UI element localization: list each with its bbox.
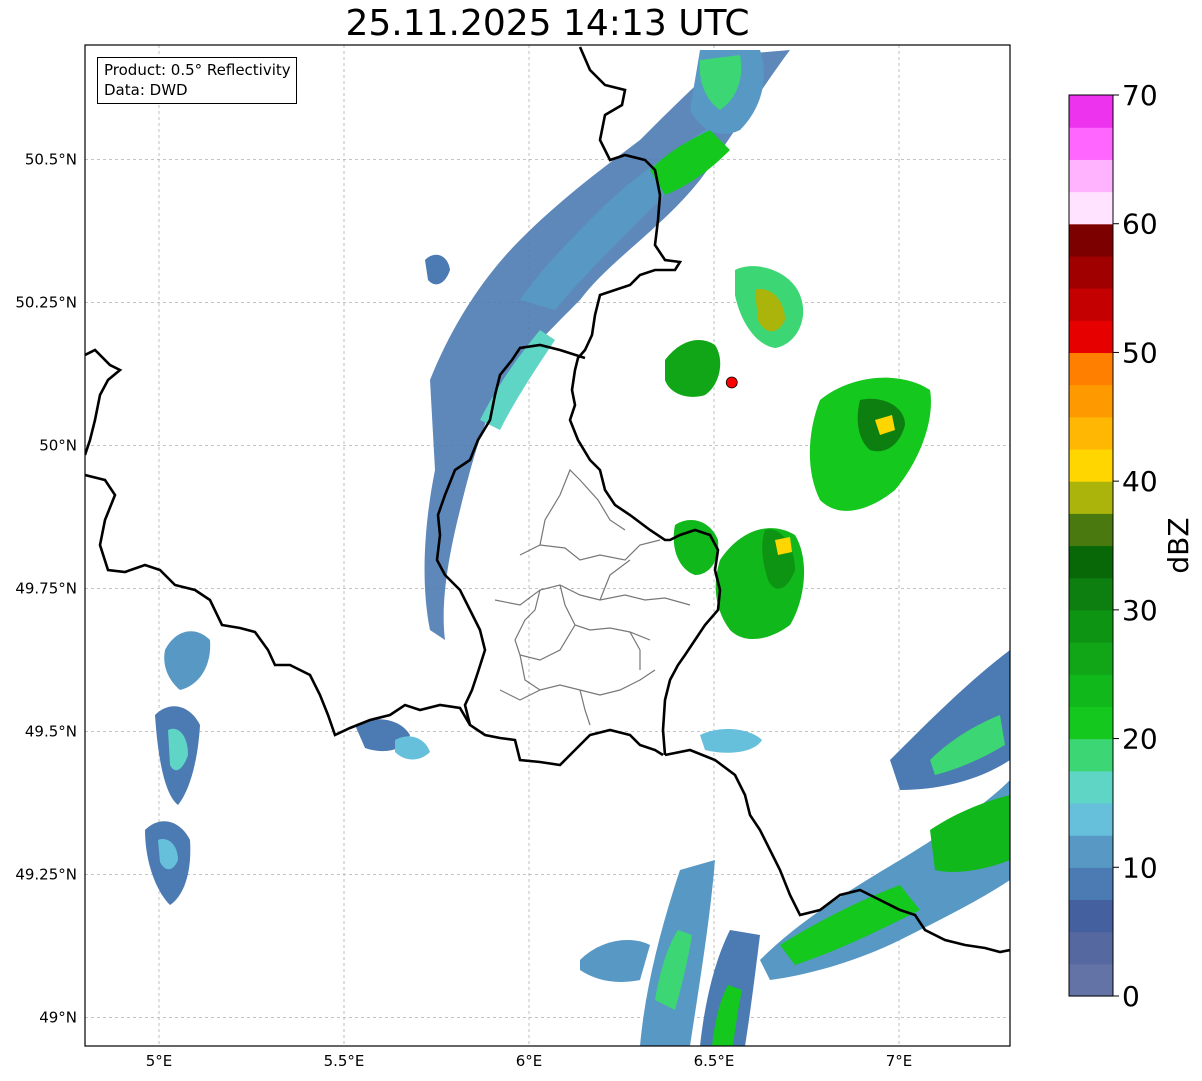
colorbar-segment [1069, 416, 1113, 450]
colorbar-tick-label: 0 [1122, 980, 1140, 1013]
colorbar-tick-label: 20 [1122, 723, 1158, 756]
colorbar-segment [1069, 513, 1113, 547]
colorbar-segment [1069, 127, 1113, 160]
colorbar-segment [1069, 159, 1113, 193]
colorbar-segment [1069, 674, 1113, 707]
radar-map: 5°E 5.5°E 6°E 6.5°E 7°E 49°N 49.25°N 49.5°N 49.… [15, 44, 1195, 1070]
colorbar-segment [1069, 288, 1113, 321]
colorbar-segment [1069, 191, 1113, 225]
lon-tick-label: 7°E [886, 1052, 913, 1070]
y-tick-labels: 49°N 49.25°N 49.5°N 49.75°N 50°N 50.25°N 50.5°… [15, 150, 77, 1026]
colorbar-tick-label: 30 [1122, 594, 1158, 627]
colorbar-segment [1069, 255, 1113, 289]
colorbar-segment [1069, 802, 1113, 836]
radar-site-layer [725, 376, 738, 389]
colorbar-segment [1069, 899, 1113, 933]
lat-tick-label: 49.5°N [25, 722, 77, 740]
product-label: Product: 0.5° Reflectivity [104, 61, 291, 79]
colorbar-segment [1069, 770, 1113, 804]
data-source-label: Data: DWD [104, 81, 188, 99]
colorbar-segment [1069, 835, 1113, 868]
colorbar-segment [1069, 577, 1113, 611]
colorbar: 0 10 20 30 40 50 60 70 dBZ [1068, 79, 1195, 1013]
colorbar-segment [1069, 963, 1113, 997]
colorbar-segment [1069, 738, 1113, 772]
colorbar-segment [1069, 642, 1113, 675]
colorbar-segment [1069, 352, 1113, 386]
colorbar-segment [1069, 95, 1113, 128]
lat-tick-label: 50.25°N [15, 293, 77, 311]
lon-tick-label: 5.5°E [324, 1052, 365, 1070]
colorbar-segment [1069, 223, 1113, 257]
colorbar-segment [1069, 448, 1113, 482]
colorbar-segment [1069, 481, 1113, 514]
colorbar-tick-label: 60 [1122, 208, 1158, 241]
lat-tick-label: 49.75°N [15, 579, 77, 597]
colorbar-tick-label: 50 [1122, 336, 1158, 369]
lon-tick-label: 6°E [516, 1052, 543, 1070]
echo-cell-mid-yellow [775, 537, 792, 555]
colorbar-tick-label: 40 [1122, 465, 1158, 498]
lon-tick-label: 6.5°E [694, 1052, 735, 1070]
lat-tick-label: 50.5°N [25, 150, 77, 168]
product-info-box: Product: 0.5° Reflectivity Data: DWD [97, 57, 297, 104]
colorbar-tick-label: 70 [1122, 79, 1158, 112]
lat-tick-label: 49.25°N [15, 865, 77, 883]
colorbar-segment [1069, 545, 1113, 579]
colorbar-segment [1069, 931, 1113, 965]
lon-tick-label: 5°E [146, 1052, 173, 1070]
colorbar-segment [1069, 609, 1113, 643]
colorbar-segment [1069, 867, 1113, 901]
colorbar-label: dBZ [1162, 517, 1195, 573]
radar-site-marker [725, 376, 738, 389]
colorbar-segment [1069, 384, 1113, 418]
lat-tick-label: 49°N [39, 1008, 77, 1026]
colorbar-tick-label: 10 [1122, 851, 1158, 884]
colorbar-segment [1069, 320, 1113, 354]
lat-tick-label: 50°N [39, 436, 77, 454]
x-tick-labels: 5°E 5.5°E 6°E 6.5°E 7°E [146, 1052, 913, 1070]
colorbar-segment [1069, 706, 1113, 740]
